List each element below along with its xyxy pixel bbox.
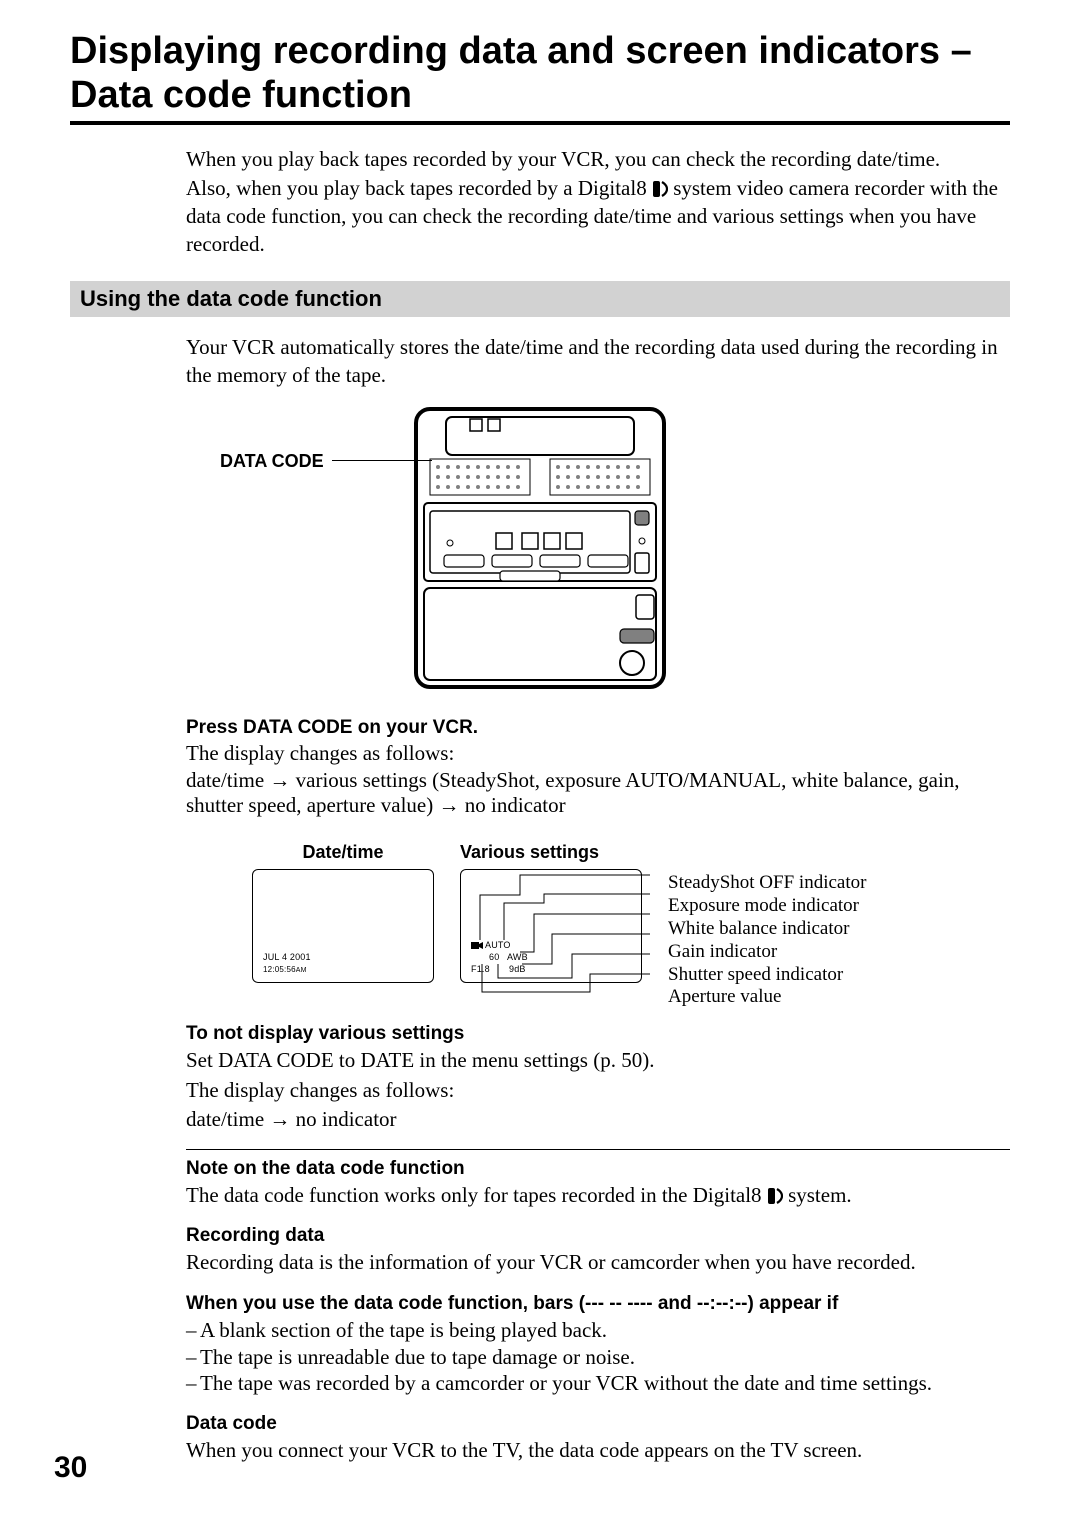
sub5-head: Data code — [186, 1413, 1010, 1435]
note-section: Note on the data code function The data … — [186, 1158, 1010, 1209]
page-title: Displaying recording data and screen ind… — [70, 30, 1010, 117]
vs-60: 60 — [489, 952, 499, 962]
arrow-icon: → — [269, 769, 290, 792]
bullet-3: –The tape was recorded by a camcorder or… — [186, 1370, 1010, 1397]
dt-date: JUL 4 2001 — [263, 952, 311, 962]
intro-p2a: Also, when you play back tapes recorded … — [186, 176, 652, 200]
intro-p1: When you play back tapes recorded by you… — [186, 147, 940, 171]
sub1-head: To not display various settings — [186, 1023, 1010, 1045]
bullet-1: –A blank section of the tape is being pl… — [186, 1317, 1010, 1344]
data-code-label: DATA CODE — [220, 451, 324, 472]
vcr-illustration — [410, 403, 670, 693]
instr-line2: date/time → various settings (SteadyShot… — [186, 768, 1010, 818]
sub5-p1: When you connect your VCR to the TV, the… — [186, 1437, 1010, 1464]
camera-icon — [471, 941, 483, 950]
sub4-head: When you use the data code function, bar… — [186, 1293, 1010, 1315]
device-figure: DATA CODE — [70, 403, 1010, 693]
various-screen: Various settings AUTO 60 AWB F1.8 9dB — [460, 842, 642, 983]
recdata-section: Recording data Recording data is the inf… — [186, 1225, 1010, 1276]
various-box: AUTO 60 AWB F1.8 9dB — [460, 869, 642, 983]
sub1-p2: The display changes as follows: — [186, 1077, 1010, 1104]
ind-exposure: Exposure mode indicator — [668, 895, 866, 918]
section-rule — [186, 1149, 1010, 1150]
not-display-section: To not display various settings Set DATA… — [186, 1023, 1010, 1133]
arrow-icon: → — [438, 794, 459, 817]
datacode-section: Data code When you connect your VCR to t… — [186, 1413, 1010, 1464]
ind-steadyshot: SteadyShot OFF indicator — [668, 872, 866, 895]
vs-auto: AUTO — [485, 940, 511, 950]
bars-section: When you use the data code function, bar… — [186, 1293, 1010, 1398]
sub1-p1: Set DATA CODE to DATE in the menu settin… — [186, 1047, 1010, 1074]
sub2-p1b: system. — [788, 1183, 852, 1207]
ind-shutter: Shutter speed indicator — [668, 964, 866, 987]
sub2-p1a: The data code function works only for ta… — [186, 1183, 767, 1207]
vs-9db: 9dB — [509, 964, 526, 974]
title-rule — [70, 121, 1010, 125]
instr-line1: The display changes as follows: — [186, 741, 1010, 766]
indicator-labels: SteadyShot OFF indicator Exposure mode i… — [668, 872, 866, 1009]
b3-text: The tape was recorded by a camcorder or … — [200, 1370, 932, 1397]
sub1-p3a: date/time — [186, 1107, 269, 1131]
instruction-block: Press DATA CODE on your VCR. The display… — [186, 717, 1010, 818]
vs-f18: F1.8 — [471, 964, 490, 974]
ind-gain: Gain indicator — [668, 941, 866, 964]
sub1-p3b: no indicator — [290, 1107, 396, 1131]
bullet-2: –The tape is unreadable due to tape dama… — [186, 1344, 1010, 1371]
section-heading: Using the data code function — [70, 281, 1010, 317]
datetime-title: Date/time — [252, 842, 434, 863]
section-intro: Your VCR automatically stores the date/t… — [186, 333, 1010, 390]
dt-time: 12:05:56AM — [263, 965, 307, 974]
sub2-p1: The data code function works only for ta… — [186, 1182, 1010, 1209]
instr-head: Press DATA CODE on your VCR. — [186, 717, 1010, 739]
vs-awb: AWB — [507, 952, 528, 962]
instr-2b: various settings (SteadyShot, exposure A… — [186, 768, 960, 817]
b2-text: The tape is unreadable due to tape damag… — [200, 1344, 635, 1371]
intro-block: When you play back tapes recorded by you… — [186, 145, 1010, 258]
data-code-leader — [332, 460, 432, 461]
various-title: Various settings — [460, 842, 642, 863]
sub3-p1: Recording data is the information of you… — [186, 1249, 1010, 1276]
b1-text: A blank section of the tape is being pla… — [200, 1317, 607, 1344]
datetime-box: JUL 4 2001 12:05:56AM — [252, 869, 434, 983]
instr-2a: date/time — [186, 768, 269, 792]
sub2-head: Note on the data code function — [186, 1158, 1010, 1180]
digital8-icon — [652, 180, 668, 198]
page-number: 30 — [54, 1451, 87, 1485]
screens-figure: Date/time JUL 4 2001 12:05:56AM Various … — [252, 842, 1010, 1009]
sub3-head: Recording data — [186, 1225, 1010, 1247]
sub1-p3: date/time → no indicator — [186, 1106, 1010, 1133]
ind-aperture: Aperture value — [668, 986, 866, 1009]
instr-2c: no indicator — [459, 793, 565, 817]
arrow-icon: → — [269, 1108, 290, 1131]
ind-whitebalance: White balance indicator — [668, 918, 866, 941]
datetime-screen: Date/time JUL 4 2001 12:05:56AM — [252, 842, 434, 983]
digital8-icon — [767, 1187, 783, 1205]
